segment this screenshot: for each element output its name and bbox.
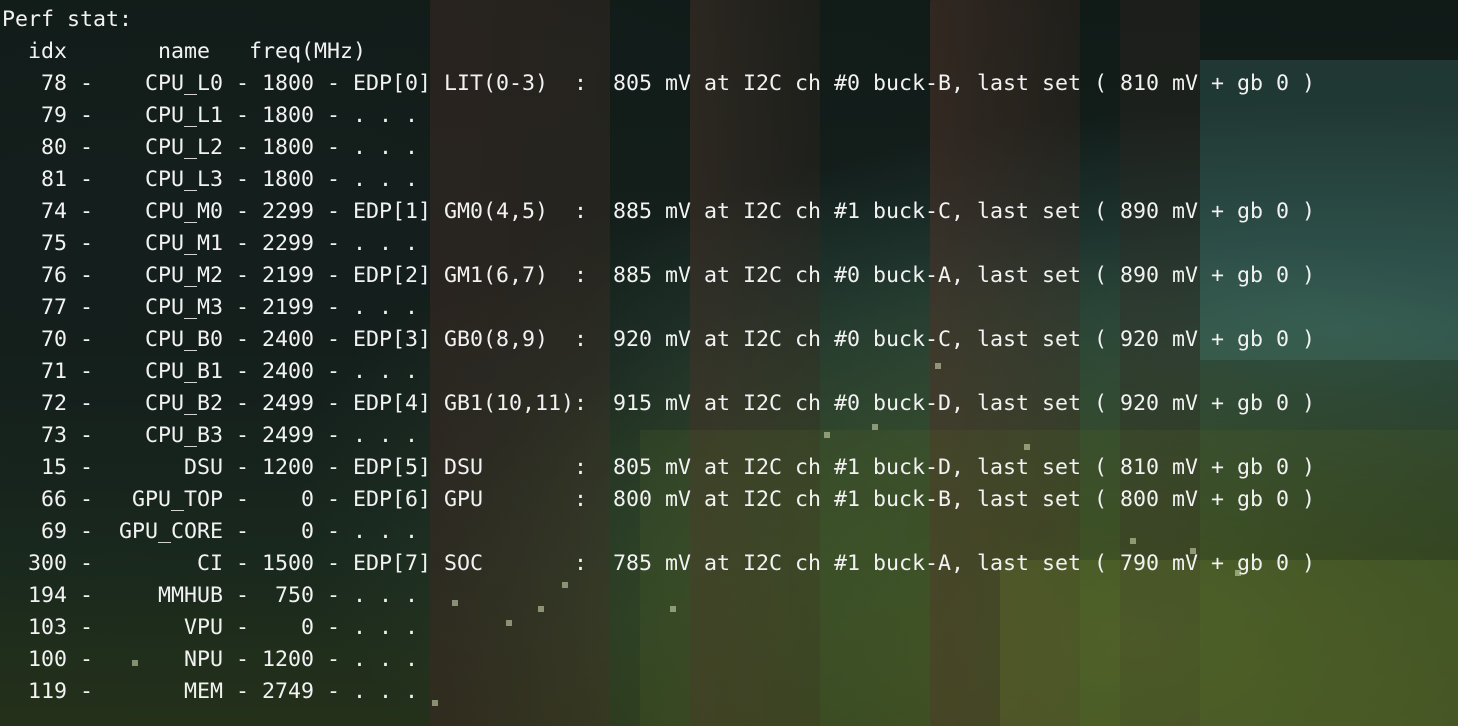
output-line: 71 - CPU_B1 - 2400 - . . . — [2, 359, 419, 384]
output-line: 78 - CPU_L0 - 1800 - EDP[0] LIT(0-3) : 8… — [2, 71, 1316, 96]
output-line: 69 - GPU_CORE - 0 - . . . — [2, 519, 419, 544]
output-line: 66 - GPU_TOP - 0 - EDP[6] GPU : 800 mV a… — [2, 487, 1316, 512]
output-line: 79 - CPU_L1 - 1800 - . . . — [2, 103, 419, 128]
terminal-window[interactable]: Perf stat: idx name freq(MHz) 78 - CPU_L… — [0, 0, 1458, 726]
terminal-output[interactable]: Perf stat: idx name freq(MHz) 78 - CPU_L… — [2, 4, 1315, 708]
output-line: 74 - CPU_M0 - 2299 - EDP[1] GM0(4,5) : 8… — [2, 199, 1316, 224]
output-line: 76 - CPU_M2 - 2199 - EDP[2] GM1(6,7) : 8… — [2, 263, 1316, 288]
output-column-headers: idx name freq(MHz) — [2, 39, 367, 64]
output-line: 77 - CPU_M3 - 2199 - . . . — [2, 295, 419, 320]
output-line: 119 - MEM - 2749 - . . . — [2, 679, 419, 704]
output-line: 81 - CPU_L3 - 1800 - . . . — [2, 167, 419, 192]
output-line: 73 - CPU_B3 - 2499 - . . . — [2, 423, 419, 448]
output-line: 70 - CPU_B0 - 2400 - EDP[3] GB0(8,9) : 9… — [2, 327, 1316, 352]
output-line: 300 - CI - 1500 - EDP[7] SOC : 785 mV at… — [2, 551, 1316, 576]
output-header: Perf stat: — [2, 7, 133, 32]
output-line: 194 - MMHUB - 750 - . . . — [2, 583, 419, 608]
output-line: 100 - NPU - 1200 - . . . — [2, 647, 419, 672]
output-line: 80 - CPU_L2 - 1800 - . . . — [2, 135, 419, 160]
output-line: 15 - DSU - 1200 - EDP[5] DSU : 805 mV at… — [2, 455, 1316, 480]
output-line: 75 - CPU_M1 - 2299 - . . . — [2, 231, 419, 256]
output-line: 72 - CPU_B2 - 2499 - EDP[4] GB1(10,11): … — [2, 391, 1316, 416]
output-line: 103 - VPU - 0 - . . . — [2, 615, 419, 640]
